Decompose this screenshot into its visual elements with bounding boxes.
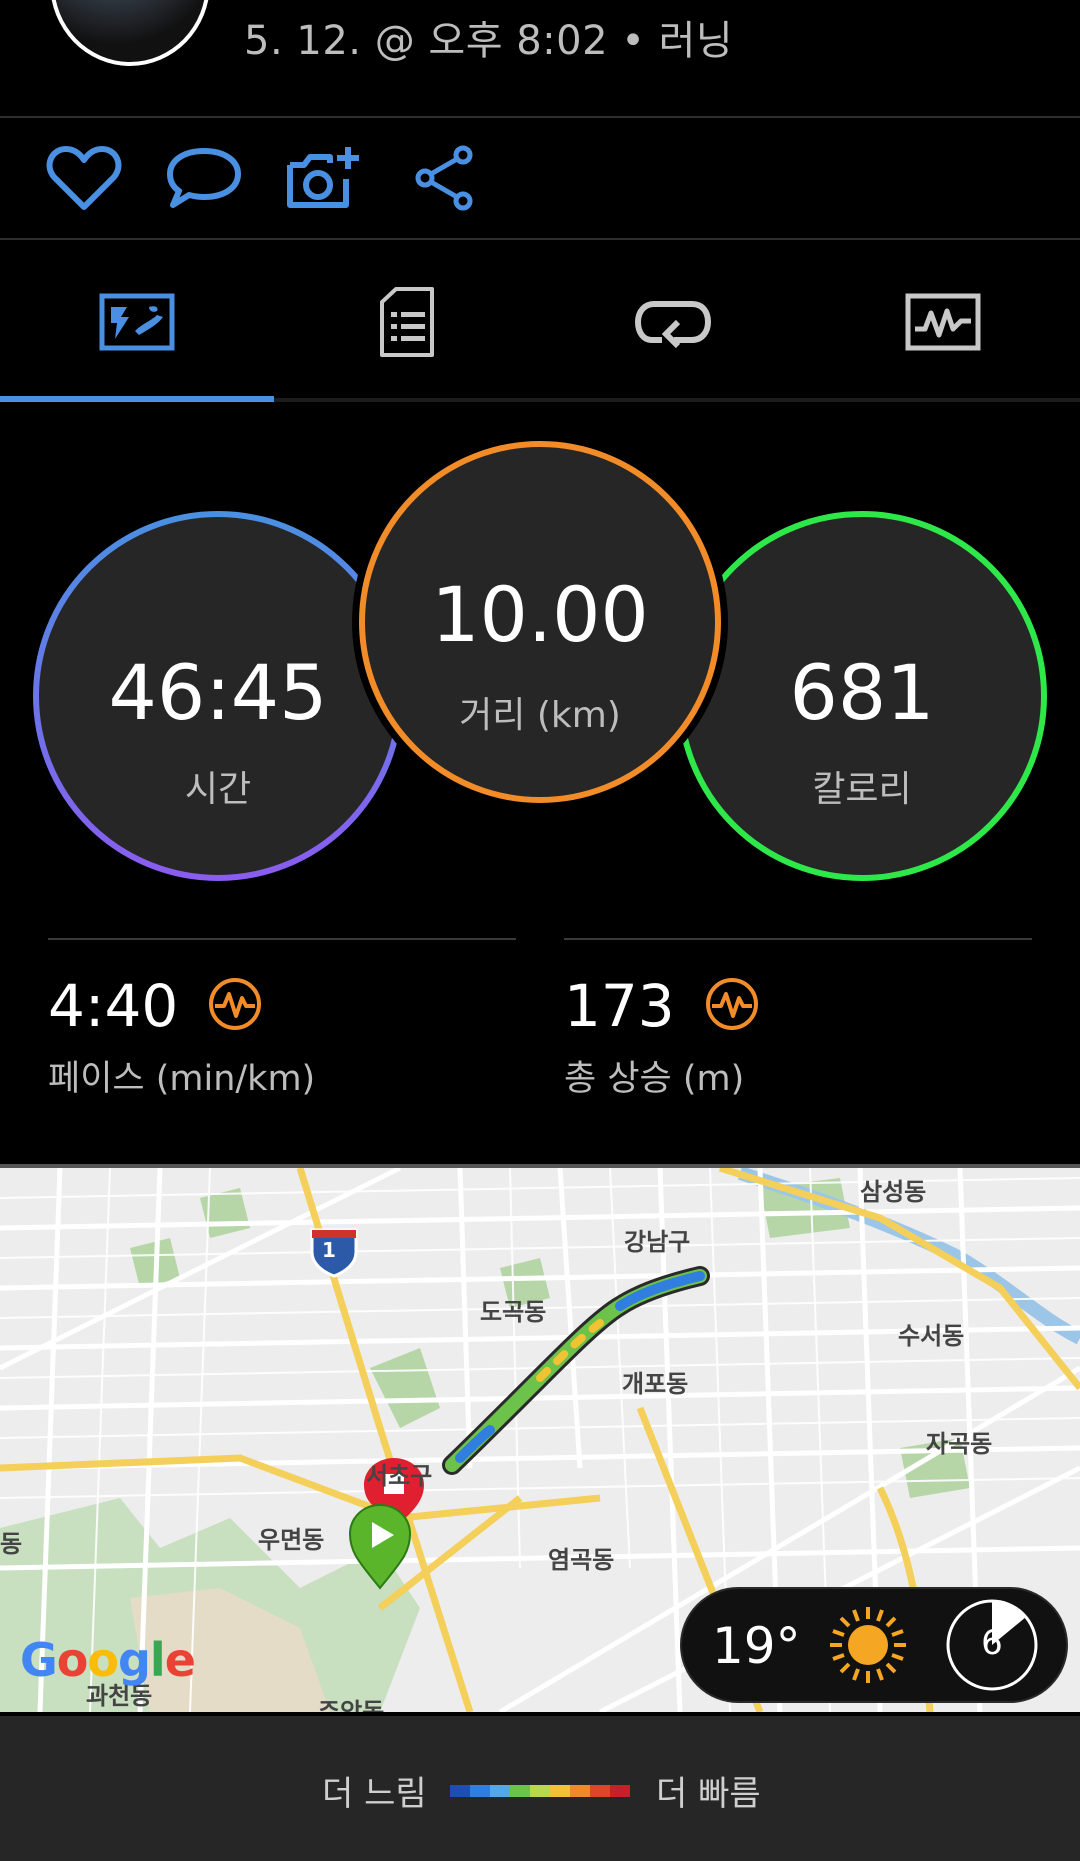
map-label-samseong: 삼성동 [860,1178,927,1206]
map-label-edge-dong: 동 [0,1530,23,1558]
tab-bar [0,242,1080,402]
tab-details[interactable] [272,242,542,402]
weather-temperature: 19° [712,1617,801,1675]
legend-fast-label: 더 빠름 [656,1774,761,1814]
map-label-gaepo: 개포동 [622,1370,689,1398]
pace-legend: 더 느림 더 빠름 [0,1716,1080,1861]
performance-icon [704,976,760,1036]
actions-divider [0,238,1080,240]
wind-speed: 6 [981,1623,1003,1663]
legend-slow-label: 더 느림 [322,1774,427,1814]
calories-value: 681 [789,648,935,737]
legend-color-swatch [590,1785,610,1797]
share-button[interactable] [404,138,484,218]
legend-color-swatch [530,1785,550,1797]
legend-color-swatch [490,1785,510,1797]
map-label-yeomgok: 염곡동 [548,1546,615,1574]
tab-overview[interactable] [2,242,272,402]
route-shield-number: 1 [322,1238,336,1262]
ascent-label: 총 상승 (m) [564,1059,745,1099]
legend-color-swatch [470,1785,490,1797]
map-label-seocho: 서초구 [366,1462,433,1490]
metric-divider-right [564,938,1032,940]
pace-metric[interactable]: 4:40 페이스 (min/km) [48,972,315,1101]
legend-color-swatch [610,1785,630,1797]
calories-label: 칼로리 [812,769,912,810]
tab-charts[interactable] [808,242,1078,402]
activity-subtitle: 5. 12. @ 오후 8:02 • 러닝 [244,18,734,64]
ascent-value: 173 [564,972,675,1040]
add-photo-icon [287,147,359,208]
map-label-umyeon: 우면동 [258,1526,325,1554]
ascent-metric[interactable]: 173 총 상승 (m) [564,972,760,1101]
legend-color-bar [450,1785,630,1797]
performance-icon [207,976,263,1036]
map-label-juam: 주암동 [318,1698,385,1712]
map-label-dogok: 도곡동 [480,1298,547,1326]
share-icon [415,145,473,211]
add-photo-button[interactable] [284,138,364,218]
summary-stats: 46:45 시간 10.00 거리 (km) 681 칼로리 [0,430,1080,900]
heart-icon [46,146,122,210]
sun-icon [830,1607,906,1683]
pace-label: 페이스 (min/km) [48,1059,316,1099]
distance-label: 거리 (km) [459,695,621,736]
action-bar [0,118,1080,238]
map-label-suseo: 수서동 [898,1322,965,1350]
laps-loop-icon [634,301,712,348]
activity-header: 5. 12. @ 오후 8:02 • 러닝 [0,0,1080,116]
activity-screen: 5. 12. @ 오후 8:02 • 러닝 46:45 시간 10.00 거리 … [0,0,1080,1861]
map-label-jagok: 자곡동 [926,1430,993,1458]
weather-badge[interactable]: 19° 6 [680,1587,1068,1703]
google-logo: Google [20,1633,196,1687]
graph-chart-icon [905,293,981,351]
legend-color-swatch [550,1785,570,1797]
avatar[interactable] [50,0,210,66]
tab-active-indicator [0,396,274,402]
distance-value: 10.00 [431,570,649,659]
pace-value: 4:40 [48,972,179,1040]
details-document-icon [380,287,434,357]
legend-color-swatch [450,1785,470,1797]
legend-color-swatch [570,1785,590,1797]
metric-divider-left [48,938,516,940]
legend-color-swatch [510,1785,530,1797]
comment-button[interactable] [164,138,244,218]
time-label: 시간 [184,769,252,810]
time-value: 46:45 [108,648,328,737]
tab-laps[interactable] [538,242,808,402]
comment-icon [167,148,241,208]
map-label-gangnam: 강남구 [624,1228,691,1256]
map-overview-icon [99,293,175,351]
like-button[interactable] [44,138,124,218]
